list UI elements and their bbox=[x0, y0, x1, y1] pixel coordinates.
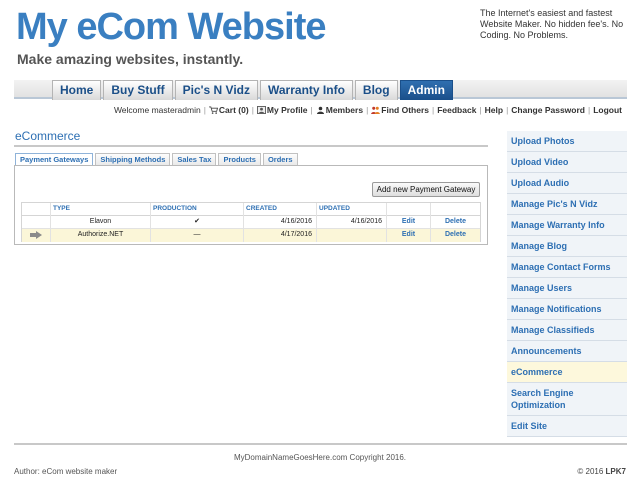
cell-type: Elavon bbox=[51, 216, 151, 229]
separator: | bbox=[251, 105, 254, 115]
production-dash-icon: — bbox=[151, 229, 244, 242]
credit-prefix: © 2016 bbox=[577, 467, 604, 476]
cart-icon bbox=[208, 106, 218, 114]
separator: | bbox=[366, 105, 369, 115]
copyright-text: MyDomainNameGoesHere.com Copyright 2016. bbox=[233, 453, 407, 462]
table-header-row: TYPE PRODUCTION CREATED UPDATED bbox=[22, 203, 480, 216]
sidebar-item-manage-contact-forms[interactable]: Manage Contact Forms bbox=[507, 257, 627, 278]
sidebar-item-upload-photos[interactable]: Upload Photos bbox=[507, 131, 627, 152]
feedback-link[interactable]: Feedback bbox=[437, 105, 476, 115]
sidebar-item-manage-users[interactable]: Manage Users bbox=[507, 278, 627, 299]
members-label: Members bbox=[325, 105, 364, 115]
row-selector bbox=[22, 216, 51, 229]
profile-label: My Profile bbox=[266, 105, 308, 115]
gateway-table: TYPE PRODUCTION CREATED UPDATED Elavon ✔… bbox=[21, 202, 481, 242]
sidebar-item-manage-warranty-info[interactable]: Manage Warranty Info bbox=[507, 215, 627, 236]
find-others-label: Find Others bbox=[381, 105, 429, 115]
nav-tab-home[interactable]: Home bbox=[52, 80, 102, 100]
cell-type: Authorize.NET bbox=[51, 229, 151, 242]
header-created[interactable]: CREATED bbox=[244, 203, 317, 216]
members-link[interactable]: Members bbox=[316, 105, 363, 115]
nav-tab-admin[interactable]: Admin bbox=[399, 80, 453, 100]
separator: | bbox=[432, 105, 435, 115]
help-link[interactable]: Help bbox=[485, 105, 503, 115]
footer-divider bbox=[14, 443, 627, 445]
edit-link[interactable]: Edit bbox=[387, 216, 431, 229]
header-type[interactable]: TYPE bbox=[51, 203, 151, 216]
subtab-products[interactable]: Products bbox=[218, 153, 261, 165]
title-divider bbox=[14, 145, 488, 147]
cell-updated: 4/16/2016 bbox=[317, 216, 387, 229]
current-row-arrow-icon bbox=[30, 231, 42, 239]
cell-created: 4/16/2016 bbox=[244, 216, 317, 229]
header-blurb: The Internet's easiest and fastest Websi… bbox=[480, 8, 624, 40]
edit-link[interactable]: Edit bbox=[387, 229, 431, 242]
subtab-payment-gateways[interactable]: Payment Gateways bbox=[15, 153, 94, 165]
nav-tab-buy-stuff[interactable]: Buy Stuff bbox=[103, 80, 173, 100]
welcome-text: Welcome masteradmin bbox=[113, 105, 201, 115]
nav-tab-pics-n-vidz[interactable]: Pic's N Vidz bbox=[174, 80, 258, 100]
main-nav: Home Buy Stuff Pic's N Vidz Warranty Inf… bbox=[14, 80, 627, 100]
row-selector bbox=[22, 229, 51, 242]
tagline: Make amazing websites, instantly. bbox=[17, 51, 244, 67]
credit-text: © 2016 LPK7 bbox=[577, 467, 626, 476]
production-check-icon: ✔ bbox=[151, 216, 244, 229]
site-title: My eCom Website bbox=[16, 6, 326, 48]
separator: | bbox=[203, 105, 206, 115]
logout-link[interactable]: Logout bbox=[593, 105, 622, 115]
sidebar-item-upload-video[interactable]: Upload Video bbox=[507, 152, 627, 173]
sidebar-item-edit-site[interactable]: Edit Site bbox=[507, 416, 627, 437]
table-row[interactable]: Elavon ✔ 4/16/2016 4/16/2016 Edit Delete bbox=[22, 216, 480, 229]
header-cell-delete bbox=[431, 203, 480, 216]
separator: | bbox=[506, 105, 509, 115]
separator: | bbox=[310, 105, 313, 115]
subtabs: Payment Gateways Shipping Methods Sales … bbox=[15, 153, 300, 165]
separator: | bbox=[587, 105, 591, 115]
nav-tabs: Home Buy Stuff Pic's N Vidz Warranty Inf… bbox=[52, 80, 455, 100]
sidebar-item-manage-pics-n-vidz[interactable]: Manage Pic's N Vidz bbox=[507, 194, 627, 215]
members-icon bbox=[316, 106, 324, 114]
nav-tab-warranty-info[interactable]: Warranty Info bbox=[260, 80, 353, 100]
credit-brand[interactable]: LPK7 bbox=[606, 467, 626, 476]
user-bar: Welcome masteradmin | Cart (0) | My Prof… bbox=[114, 105, 622, 115]
header-cell-edit bbox=[387, 203, 431, 216]
nav-tab-blog[interactable]: Blog bbox=[354, 80, 398, 100]
find-others-link[interactable]: Find Others bbox=[371, 105, 429, 115]
admin-sidebar: Upload Photos Upload Video Upload Audio … bbox=[507, 131, 627, 437]
delete-link[interactable]: Delete bbox=[431, 229, 480, 242]
cell-created: 4/17/2016 bbox=[244, 229, 317, 242]
separator: | bbox=[479, 105, 482, 115]
header-cell-select bbox=[22, 203, 51, 216]
find-others-icon bbox=[371, 106, 381, 114]
header-updated[interactable]: UPDATED bbox=[317, 203, 387, 216]
author-text: Author: eCom website maker bbox=[14, 467, 118, 476]
cart-label: Cart (0) bbox=[218, 105, 249, 115]
sidebar-item-manage-notifications[interactable]: Manage Notifications bbox=[507, 299, 627, 320]
table-row[interactable]: Authorize.NET — 4/17/2016 Edit Delete bbox=[22, 229, 480, 242]
cart-link[interactable]: Cart (0) bbox=[208, 105, 249, 115]
subtab-sales-tax[interactable]: Sales Tax bbox=[172, 153, 217, 165]
profile-link[interactable]: My Profile bbox=[256, 105, 308, 115]
header-production[interactable]: PRODUCTION bbox=[151, 203, 244, 216]
add-payment-gateway-button[interactable]: Add new Payment Gateway bbox=[372, 182, 480, 197]
sidebar-item-ecommerce[interactable]: eCommerce bbox=[507, 362, 627, 383]
page-title: eCommerce bbox=[15, 129, 81, 143]
delete-link[interactable]: Delete bbox=[431, 216, 480, 229]
profile-icon bbox=[256, 106, 266, 114]
sidebar-item-manage-blog[interactable]: Manage Blog bbox=[507, 236, 627, 257]
sidebar-item-manage-classifieds[interactable]: Manage Classifieds bbox=[507, 320, 627, 341]
sidebar-item-upload-audio[interactable]: Upload Audio bbox=[507, 173, 627, 194]
subtab-shipping-methods[interactable]: Shipping Methods bbox=[95, 153, 171, 165]
cell-updated bbox=[317, 229, 387, 242]
change-password-link[interactable]: Change Password bbox=[511, 105, 585, 115]
sidebar-item-search-engine-optimization[interactable]: Search Engine Optimization bbox=[507, 383, 627, 416]
sidebar-item-announcements[interactable]: Announcements bbox=[507, 341, 627, 362]
subtab-orders[interactable]: Orders bbox=[262, 153, 298, 165]
